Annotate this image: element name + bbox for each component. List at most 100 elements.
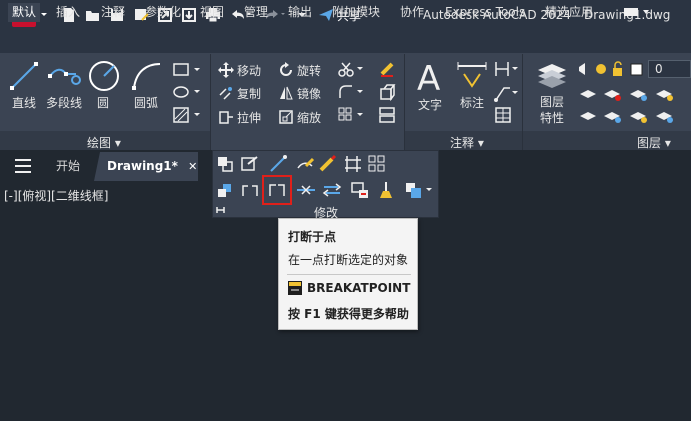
polyline-label: 多段线 bbox=[45, 96, 82, 110]
copy-button[interactable]: 复制 bbox=[218, 83, 261, 103]
ribbon-minimize-icon[interactable] bbox=[622, 7, 650, 17]
command-icon bbox=[288, 281, 302, 295]
rotate-icon bbox=[280, 62, 292, 76]
offset-icon[interactable] bbox=[378, 106, 396, 124]
tab-annotate[interactable]: 注释 bbox=[97, 3, 129, 22]
ellipse-icon[interactable] bbox=[172, 84, 204, 100]
tab-insert[interactable]: 插入 bbox=[52, 3, 84, 22]
dimension-icon bbox=[457, 62, 487, 88]
layer-state-icons[interactable] bbox=[577, 61, 647, 77]
stretch-button[interactable]: 拉伸 bbox=[218, 107, 261, 127]
align-icon[interactable] bbox=[343, 154, 363, 174]
text-button[interactable]: A 文字 bbox=[412, 58, 448, 113]
edit-spline-icon[interactable] bbox=[318, 154, 338, 174]
circle-icon bbox=[89, 61, 119, 91]
delete-duplicates-icon[interactable] bbox=[350, 180, 370, 200]
stretch-label: 拉伸 bbox=[237, 110, 262, 125]
array-rect-icon[interactable] bbox=[367, 154, 387, 174]
tab-collaborate[interactable]: 协作 bbox=[396, 3, 428, 22]
line-label: 直线 bbox=[11, 96, 36, 110]
array-icon[interactable] bbox=[338, 107, 366, 123]
line-icon bbox=[10, 62, 38, 90]
draw-order-front-icon[interactable] bbox=[404, 180, 434, 200]
polyline-icon bbox=[48, 68, 81, 85]
layer-tools-row-2[interactable] bbox=[578, 106, 688, 124]
tab-manage[interactable]: 管理 bbox=[240, 3, 272, 22]
explode-icon[interactable] bbox=[378, 83, 396, 101]
erase-icon[interactable] bbox=[378, 60, 396, 78]
fillet-icon[interactable] bbox=[338, 84, 366, 100]
trim-icon[interactable] bbox=[338, 61, 366, 77]
tab-output[interactable]: 输出 bbox=[284, 3, 316, 22]
move-icon bbox=[218, 62, 234, 78]
rectangle-icon[interactable] bbox=[172, 62, 204, 78]
tab-view[interactable]: 视图 bbox=[196, 3, 228, 22]
viewport-controls[interactable]: [-][俯视][二维线框] bbox=[4, 187, 108, 204]
tab-drawing1[interactable]: Drawing1* ✕ bbox=[94, 152, 198, 181]
tab-start[interactable]: 开始 bbox=[46, 152, 90, 181]
copy-icon bbox=[219, 87, 232, 100]
stretch-icon bbox=[219, 111, 233, 124]
tooltip-title: 打断于点 bbox=[288, 230, 337, 244]
mirror-label: 镜像 bbox=[297, 86, 322, 101]
draw-order-icon[interactable] bbox=[215, 180, 235, 200]
move-button[interactable]: 移动 bbox=[218, 60, 261, 80]
tab-express-tools[interactable]: Express Tools bbox=[441, 3, 529, 22]
layer-tools-row-1[interactable] bbox=[578, 84, 688, 102]
panel-divider bbox=[522, 54, 523, 150]
scale-button[interactable]: 缩放 bbox=[278, 107, 321, 127]
close-icon[interactable]: ✕ bbox=[188, 160, 197, 173]
lengthen-icon[interactable] bbox=[268, 154, 288, 174]
panel-divider bbox=[210, 54, 211, 150]
rotate-label: 旋转 bbox=[297, 63, 322, 78]
leader-icon[interactable] bbox=[494, 84, 520, 102]
tooltip: 打断于点 在一点打断选定的对象 BREAKATPOINT 按 F1 键获得更多帮… bbox=[278, 218, 418, 330]
draw-panel-title[interactable]: 绘图 ▾ bbox=[87, 134, 121, 151]
arc-icon bbox=[132, 63, 161, 90]
menu-icon[interactable] bbox=[14, 158, 32, 174]
polyline-button[interactable]: 多段线 bbox=[44, 58, 84, 111]
tab-addins[interactable]: 附加模块 bbox=[328, 3, 384, 22]
join-icon[interactable] bbox=[296, 180, 316, 200]
scale-icon bbox=[279, 110, 293, 124]
rotate-button[interactable]: 旋转 bbox=[278, 60, 321, 80]
tooltip-command: BREAKATPOINT bbox=[307, 281, 411, 295]
layer-properties-button[interactable]: 图层 特性 bbox=[532, 58, 572, 126]
text-icon: A bbox=[417, 59, 440, 96]
copy-label: 复制 bbox=[237, 86, 262, 101]
chevron-down-icon[interactable] bbox=[40, 8, 48, 20]
table-icon[interactable] bbox=[494, 106, 512, 124]
set-bylayer-icon[interactable] bbox=[376, 180, 396, 200]
tooltip-description: 在一点打断选定的对象 bbox=[288, 253, 409, 267]
circle-button[interactable]: 圆 bbox=[86, 58, 120, 111]
dimension-button[interactable]: 标注 bbox=[454, 58, 490, 111]
linear-dimension-icon[interactable] bbox=[494, 60, 520, 78]
pin-icon[interactable] bbox=[216, 205, 228, 215]
move-label: 移动 bbox=[237, 63, 262, 78]
tooltip-divider bbox=[287, 274, 411, 275]
mirror-icon bbox=[280, 86, 293, 100]
reverse-icon[interactable] bbox=[322, 180, 342, 200]
arc-label: 圆弧 bbox=[133, 96, 158, 110]
tooltip-help: 按 F1 键获得更多帮助 bbox=[288, 307, 409, 321]
edit-polyline-icon[interactable] bbox=[296, 154, 316, 174]
current-layer-dropdown[interactable]: 0 bbox=[648, 60, 691, 78]
layers-panel-title[interactable]: 图层 ▾ bbox=[637, 134, 671, 151]
copy-multiple-icon[interactable] bbox=[215, 154, 235, 174]
match-properties-icon[interactable] bbox=[240, 154, 260, 174]
layer-properties-label-1: 图层 bbox=[539, 95, 564, 109]
tab-default[interactable]: 默认 bbox=[8, 3, 41, 22]
panel-divider bbox=[404, 54, 405, 150]
hatch-icon[interactable] bbox=[172, 106, 204, 124]
ribbon-tab-bar bbox=[0, 30, 691, 53]
tab-parametric[interactable]: 参数化 bbox=[141, 3, 185, 22]
tab-drawing1-label: Drawing1* bbox=[107, 159, 178, 173]
line-button[interactable]: 直线 bbox=[6, 58, 42, 111]
break-icon[interactable] bbox=[240, 180, 260, 200]
annotation-panel-title[interactable]: 注释 ▾ bbox=[450, 134, 484, 151]
break-at-point-highlight bbox=[262, 175, 292, 205]
mirror-button[interactable]: 镜像 bbox=[278, 83, 321, 103]
text-label: 文字 bbox=[417, 98, 442, 112]
tab-featured-apps[interactable]: 精选应用 bbox=[541, 3, 597, 22]
arc-button[interactable]: 圆弧 bbox=[126, 58, 166, 111]
